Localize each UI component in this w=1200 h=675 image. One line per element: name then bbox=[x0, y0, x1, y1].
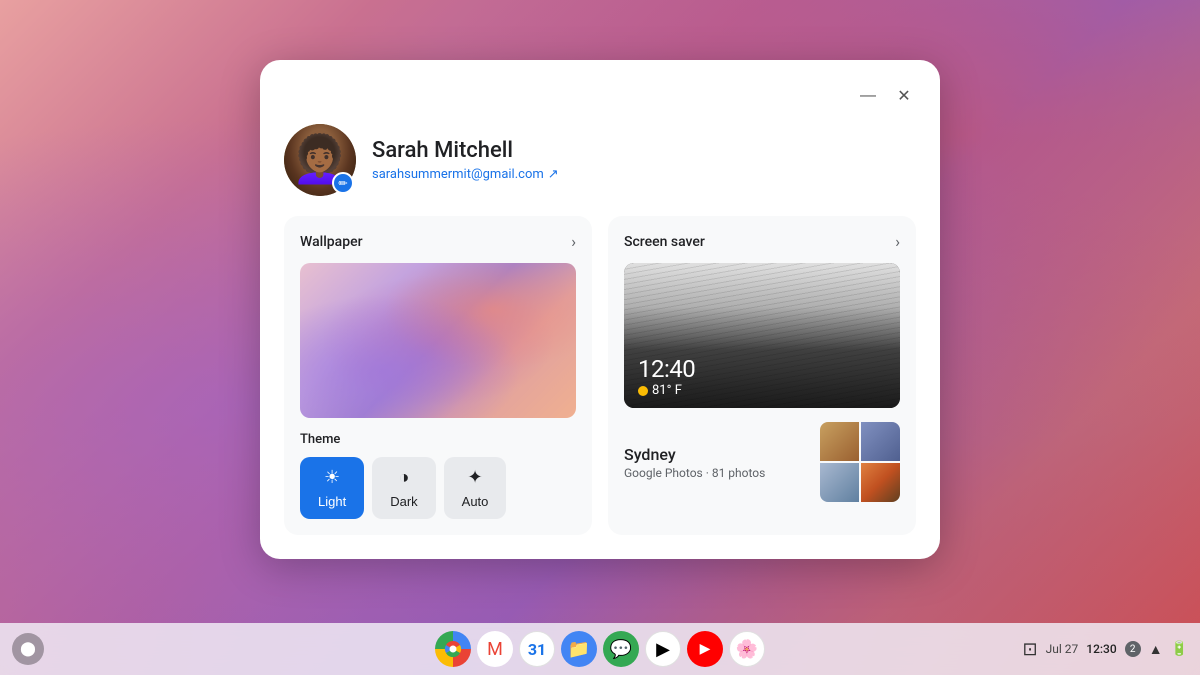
youtube-icon: ▶ bbox=[700, 641, 711, 657]
taskbar-app-calendar[interactable]: 31 bbox=[519, 631, 555, 667]
content-grid: Wallpaper › Theme ☀ Light ◑ Dark ✦ Auto bbox=[284, 216, 916, 535]
album-thumb-1 bbox=[820, 422, 859, 461]
external-link-icon: ↗ bbox=[548, 167, 559, 182]
theme-light-button[interactable]: ☀ Light bbox=[300, 457, 364, 519]
messages-icon: 💬 bbox=[610, 639, 632, 660]
screensaver-time: 12:40 bbox=[638, 355, 695, 383]
album-meta: Google Photos · 81 photos bbox=[624, 466, 765, 480]
screensaver-panel-header: Screen saver › bbox=[624, 232, 900, 251]
close-button[interactable]: ✕ bbox=[892, 84, 916, 108]
weather-sun-icon bbox=[638, 386, 648, 396]
taskbar-app-chrome[interactable] bbox=[435, 631, 471, 667]
email-text: sarahsummermit@gmail.com bbox=[372, 167, 544, 182]
gmail-icon: M bbox=[487, 639, 503, 660]
wallpaper-panel-header: Wallpaper › bbox=[300, 232, 576, 251]
dark-label: Dark bbox=[390, 494, 417, 509]
wallpaper-panel: Wallpaper › Theme ☀ Light ◑ Dark ✦ Auto bbox=[284, 216, 592, 535]
settings-dialog: — ✕ ✏ Sarah Mitchell sarahsummermit@gmai… bbox=[260, 60, 940, 559]
light-icon: ☀ bbox=[324, 467, 340, 488]
play-icon: ▶ bbox=[656, 639, 670, 660]
album-info: Sydney Google Photos · 81 photos bbox=[624, 445, 765, 480]
taskbar-left: ⬤ bbox=[12, 633, 44, 665]
edit-avatar-badge[interactable]: ✏ bbox=[332, 172, 354, 194]
weather-temp: 81° F bbox=[652, 383, 682, 398]
taskbar-app-messages[interactable]: 💬 bbox=[603, 631, 639, 667]
taskbar-right: ⊡ Jul 27 12:30 2 ▲ 🔋 bbox=[1023, 639, 1188, 660]
photos-icon: 🌸 bbox=[736, 639, 758, 660]
screensaver-panel: Screen saver › 12:40 81° F Sydney bbox=[608, 216, 916, 535]
light-label: Light bbox=[318, 494, 346, 509]
auto-label: Auto bbox=[462, 494, 489, 509]
album-section: Sydney Google Photos · 81 photos bbox=[624, 422, 900, 502]
taskbar-center: M 31 📁 💬 ▶ ▶ 🌸 bbox=[435, 631, 765, 667]
theme-label: Theme bbox=[300, 432, 576, 447]
screen-capture-icon[interactable]: ⊡ bbox=[1023, 639, 1038, 660]
taskbar-time: 12:30 bbox=[1086, 642, 1116, 656]
album-thumb-3 bbox=[820, 463, 859, 502]
user-email-link[interactable]: sarahsummermit@gmail.com ↗ bbox=[372, 167, 559, 182]
wallpaper-preview[interactable] bbox=[300, 263, 576, 418]
wallpaper-panel-arrow[interactable]: › bbox=[571, 232, 576, 251]
taskbar-app-play[interactable]: ▶ bbox=[645, 631, 681, 667]
taskbar-date: Jul 27 bbox=[1046, 642, 1079, 656]
taskbar-app-youtube[interactable]: ▶ bbox=[687, 631, 723, 667]
album-name: Sydney bbox=[624, 445, 765, 464]
auto-icon: ✦ bbox=[467, 467, 482, 488]
theme-auto-button[interactable]: ✦ Auto bbox=[444, 457, 507, 519]
theme-buttons: ☀ Light ◑ Dark ✦ Auto bbox=[300, 457, 576, 519]
avatar-wrapper: ✏ bbox=[284, 124, 356, 196]
files-icon: 📁 bbox=[568, 639, 590, 660]
user-info: Sarah Mitchell sarahsummermit@gmail.com … bbox=[372, 138, 559, 182]
wifi-icon[interactable]: ▲ bbox=[1149, 641, 1163, 658]
calendar-icon: 31 bbox=[528, 640, 546, 659]
album-thumbnails bbox=[820, 422, 900, 502]
screensaver-weather: 81° F bbox=[638, 383, 695, 398]
user-name: Sarah Mitchell bbox=[372, 138, 559, 163]
screensaver-panel-title: Screen saver bbox=[624, 234, 705, 250]
camera-icon: ⬤ bbox=[12, 633, 44, 665]
wallpaper-panel-title: Wallpaper bbox=[300, 234, 363, 250]
album-source: Google Photos bbox=[624, 466, 703, 480]
user-profile: ✏ Sarah Mitchell sarahsummermit@gmail.co… bbox=[284, 124, 916, 196]
screensaver-panel-arrow[interactable]: › bbox=[895, 232, 900, 251]
minimize-button[interactable]: — bbox=[856, 84, 880, 108]
taskbar-app-gmail[interactable]: M bbox=[477, 631, 513, 667]
album-thumb-4 bbox=[861, 463, 900, 502]
theme-dark-button[interactable]: ◑ Dark bbox=[372, 457, 435, 519]
battery-icon[interactable]: 🔋 bbox=[1171, 641, 1188, 657]
album-count: 81 photos bbox=[712, 466, 766, 480]
album-thumb-2 bbox=[861, 422, 900, 461]
notification-badge[interactable]: 2 bbox=[1125, 641, 1141, 657]
screensaver-preview[interactable]: 12:40 81° F bbox=[624, 263, 900, 408]
dark-icon: ◑ bbox=[398, 467, 409, 488]
dialog-controls: — ✕ bbox=[284, 84, 916, 108]
screensaver-overlay: 12:40 81° F bbox=[638, 355, 695, 398]
taskbar-app-photos[interactable]: 🌸 bbox=[729, 631, 765, 667]
taskbar: ⬤ M 31 📁 💬 ▶ ▶ 🌸 ⊡ Jul 27 12:30 bbox=[0, 623, 1200, 675]
taskbar-app-files[interactable]: 📁 bbox=[561, 631, 597, 667]
